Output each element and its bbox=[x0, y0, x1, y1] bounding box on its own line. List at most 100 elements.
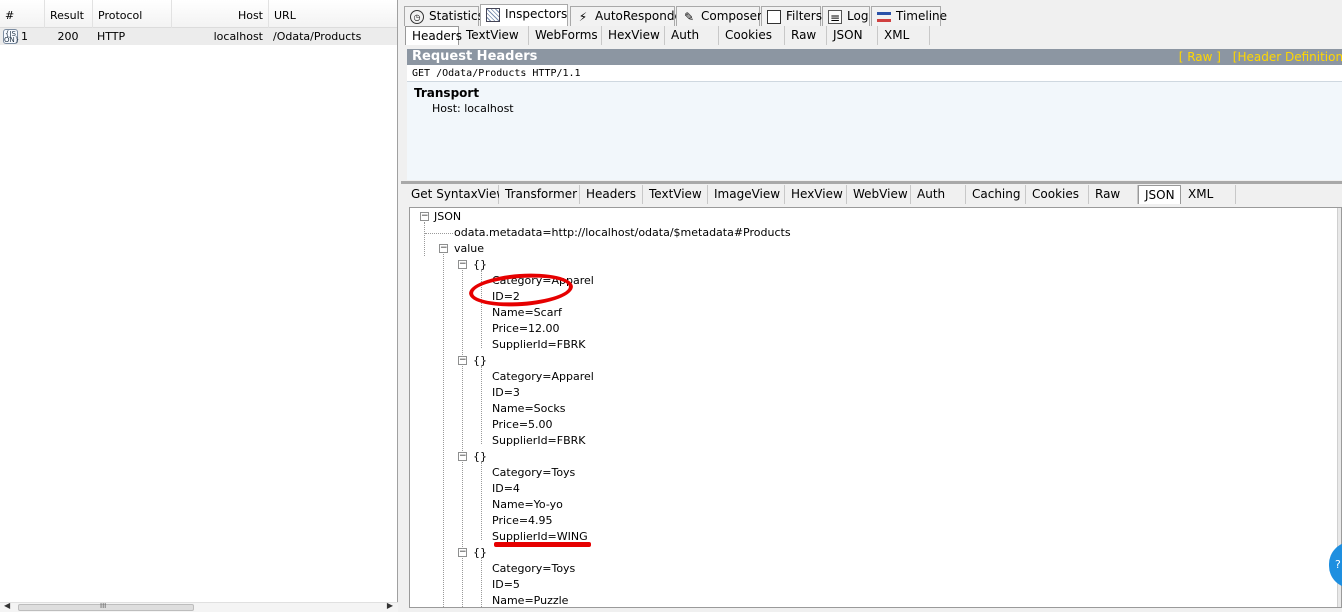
tree-node-object[interactable]: {} bbox=[473, 545, 487, 561]
response-tab-caching[interactable]: Caching bbox=[966, 185, 1026, 204]
tab-label: Filters bbox=[786, 9, 822, 23]
tree-node-object[interactable]: {} bbox=[473, 353, 487, 369]
collapse-toggle-icon[interactable]: − bbox=[458, 548, 467, 557]
response-tab-auth[interactable]: Auth bbox=[911, 185, 966, 204]
host-header: Host: localhost bbox=[432, 102, 514, 115]
tree-node-name[interactable]: Name=Yo-yo bbox=[492, 497, 563, 513]
raw-link[interactable]: [ Raw ] bbox=[1179, 50, 1221, 64]
collapse-toggle-icon[interactable]: − bbox=[439, 244, 448, 253]
composer-icon: ✎ bbox=[683, 10, 695, 24]
inspectors-icon bbox=[486, 8, 500, 22]
tree-node-name[interactable]: Name=Puzzle bbox=[492, 593, 568, 607]
session-protocol: HTTP bbox=[97, 30, 126, 43]
tree-connector bbox=[443, 254, 444, 607]
response-tab-webview[interactable]: WebView bbox=[847, 185, 911, 204]
tab-autoresponder[interactable]: ⚡ AutoResponder bbox=[570, 6, 687, 26]
response-tab-transformer[interactable]: Transformer bbox=[499, 185, 580, 204]
request-tab-xml[interactable]: XML bbox=[878, 26, 930, 45]
tab-inspectors[interactable]: Inspectors bbox=[480, 4, 568, 26]
tab-composer[interactable]: ✎ Composer bbox=[676, 6, 762, 26]
tree-node-value[interactable]: value bbox=[454, 241, 484, 257]
transport-group: Transport Host: localhost bbox=[407, 82, 1342, 115]
tab-label: Log bbox=[847, 9, 869, 23]
timeline-icon bbox=[877, 12, 891, 22]
checkbox-icon bbox=[767, 10, 781, 24]
tree-connector bbox=[481, 366, 482, 444]
tree-node-id[interactable]: ID=3 bbox=[492, 385, 520, 401]
tree-node-id[interactable]: ID=4 bbox=[492, 481, 520, 497]
response-tab-get-syntaxview[interactable]: Get SyntaxView bbox=[405, 185, 506, 204]
column-header-protocol[interactable]: Protocol bbox=[92, 0, 171, 28]
request-headers-title-bar: Request Headers [ Raw ] [Header Definiti… bbox=[407, 49, 1342, 65]
tree-node-name[interactable]: Name=Socks bbox=[492, 401, 566, 417]
request-tab-cookies[interactable]: Cookies bbox=[719, 26, 785, 45]
scroll-left-arrow-icon[interactable]: ◀ bbox=[4, 601, 10, 610]
collapse-toggle-icon[interactable]: − bbox=[420, 212, 429, 221]
tree-node-object[interactable]: {} bbox=[473, 449, 487, 465]
collapse-toggle-icon[interactable]: − bbox=[458, 260, 467, 269]
tree-node-supplier[interactable]: SupplierId=FBRK bbox=[492, 433, 586, 449]
response-tab-cookies[interactable]: Cookies bbox=[1026, 185, 1089, 204]
collapse-toggle-icon[interactable]: − bbox=[458, 356, 467, 365]
request-tab-headers[interactable]: Headers bbox=[405, 26, 462, 45]
tree-connector bbox=[424, 222, 425, 256]
tab-filters[interactable]: Filters bbox=[761, 6, 822, 26]
request-headers-panel: Request Headers [ Raw ] [Header Definiti… bbox=[407, 49, 1342, 180]
tree-node-category[interactable]: Category=Apparel bbox=[492, 369, 594, 385]
tab-timeline[interactable]: Timeline bbox=[871, 6, 947, 26]
column-header-url[interactable]: URL bbox=[268, 0, 398, 28]
tree-node-price[interactable]: Price=12.00 bbox=[492, 321, 560, 337]
request-tab-auth[interactable]: Auth bbox=[665, 26, 719, 45]
header-definitions-link[interactable]: [Header Definitions] bbox=[1233, 50, 1342, 64]
sessions-panel: # Result Protocol Host URL {JS ON} 1 200 … bbox=[0, 0, 398, 612]
response-tab-json[interactable]: JSON bbox=[1138, 185, 1181, 204]
collapse-toggle-icon[interactable]: − bbox=[458, 452, 467, 461]
sessions-column-header: # Result Protocol Host URL bbox=[0, 0, 397, 28]
tree-connector bbox=[481, 462, 482, 540]
session-host: localhost bbox=[213, 30, 263, 43]
request-line: GET /Odata/Products HTTP/1.1 bbox=[407, 65, 1342, 82]
tree-connector bbox=[481, 558, 482, 607]
tree-node-price[interactable]: Price=5.00 bbox=[492, 417, 553, 433]
tab-label: Composer bbox=[701, 9, 762, 23]
request-tab-raw[interactable]: Raw bbox=[785, 26, 827, 45]
tree-node-metadata[interactable]: odata.metadata=http://localhost/odata/$m… bbox=[454, 225, 791, 241]
horizontal-splitter[interactable] bbox=[401, 181, 1342, 184]
request-tab-webforms[interactable]: WebForms bbox=[529, 26, 602, 45]
tab-log[interactable]: ≡ Log bbox=[822, 6, 870, 26]
column-header-num[interactable]: # bbox=[0, 0, 44, 28]
tree-node-category[interactable]: Category=Toys bbox=[492, 561, 575, 577]
tree-node-root[interactable]: JSON bbox=[434, 209, 461, 225]
tree-node-price[interactable]: Price=4.95 bbox=[492, 513, 553, 529]
response-tab-xml[interactable]: XML bbox=[1182, 185, 1236, 204]
request-headers-title: Request Headers bbox=[412, 49, 538, 64]
request-tab-hexview[interactable]: HexView bbox=[602, 26, 665, 45]
tree-connector bbox=[425, 233, 453, 234]
response-tab-headers[interactable]: Headers bbox=[580, 185, 643, 204]
column-header-host[interactable]: Host bbox=[171, 0, 268, 28]
json-tree-view[interactable]: − JSON odata.metadata=http://localhost/o… bbox=[409, 207, 1342, 608]
response-tab-raw[interactable]: Raw bbox=[1089, 185, 1138, 204]
tree-node-id[interactable]: ID=5 bbox=[492, 577, 520, 593]
tab-statistics[interactable]: ◷ Statistics bbox=[404, 6, 484, 26]
log-icon: ≡ bbox=[828, 10, 842, 25]
stopwatch-icon: ◷ bbox=[410, 10, 424, 24]
tree-node-object[interactable]: {} bbox=[473, 257, 487, 273]
column-header-result[interactable]: Result bbox=[44, 0, 92, 28]
scroll-right-arrow-icon[interactable]: ▶ bbox=[387, 601, 393, 610]
response-tab-imageview[interactable]: ImageView bbox=[708, 185, 785, 204]
tree-node-category[interactable]: Category=Toys bbox=[492, 465, 575, 481]
sessions-horizontal-scrollbar[interactable]: ◀ III ▶ bbox=[0, 601, 398, 612]
annotation-circle bbox=[468, 270, 574, 310]
tree-node-name[interactable]: Name=Scarf bbox=[492, 305, 562, 321]
request-tab-json[interactable]: JSON bbox=[827, 26, 878, 45]
request-tab-textview[interactable]: TextView bbox=[460, 26, 529, 45]
response-tab-hexview[interactable]: HexView bbox=[785, 185, 847, 204]
tree-connector bbox=[462, 270, 463, 607]
tab-label: AutoResponder bbox=[595, 9, 687, 23]
inspector-pane: ◷ Statistics Inspectors ⚡ AutoResponder … bbox=[401, 0, 1342, 612]
session-row[interactable]: {JS ON} 1 200 HTTP localhost /Odata/Produ… bbox=[0, 28, 397, 45]
response-tab-textview[interactable]: TextView bbox=[643, 185, 708, 204]
tab-label: Inspectors bbox=[505, 7, 568, 21]
tree-node-supplier[interactable]: SupplierId=FBRK bbox=[492, 337, 586, 353]
